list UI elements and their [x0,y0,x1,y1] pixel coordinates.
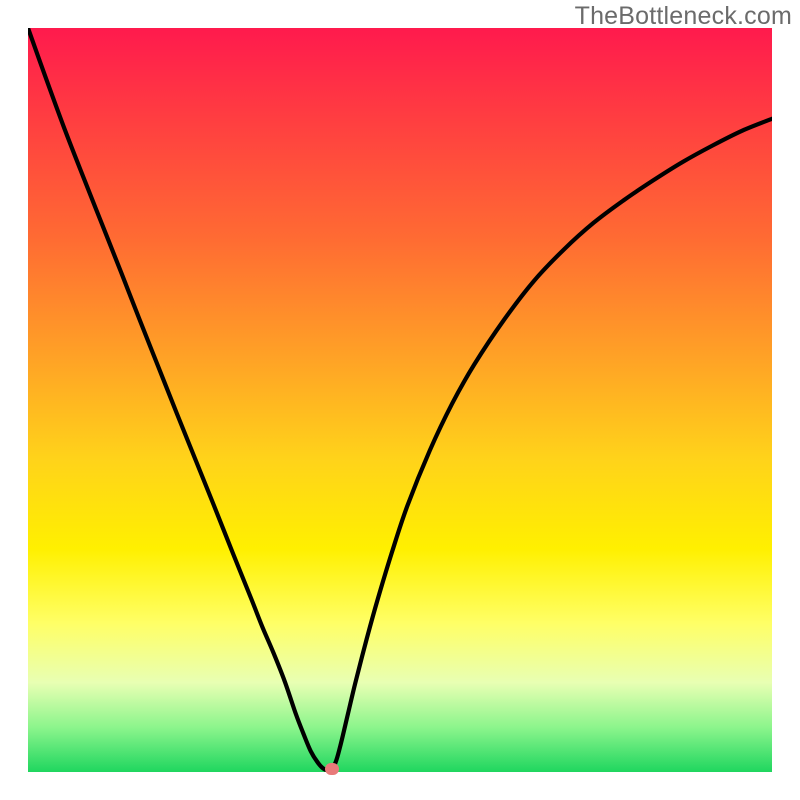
plot-area [28,28,772,772]
chart-frame: TheBottleneck.com [0,0,800,800]
minimum-marker [325,763,339,775]
watermark-text: TheBottleneck.com [575,2,792,31]
bottleneck-curve [28,28,772,772]
